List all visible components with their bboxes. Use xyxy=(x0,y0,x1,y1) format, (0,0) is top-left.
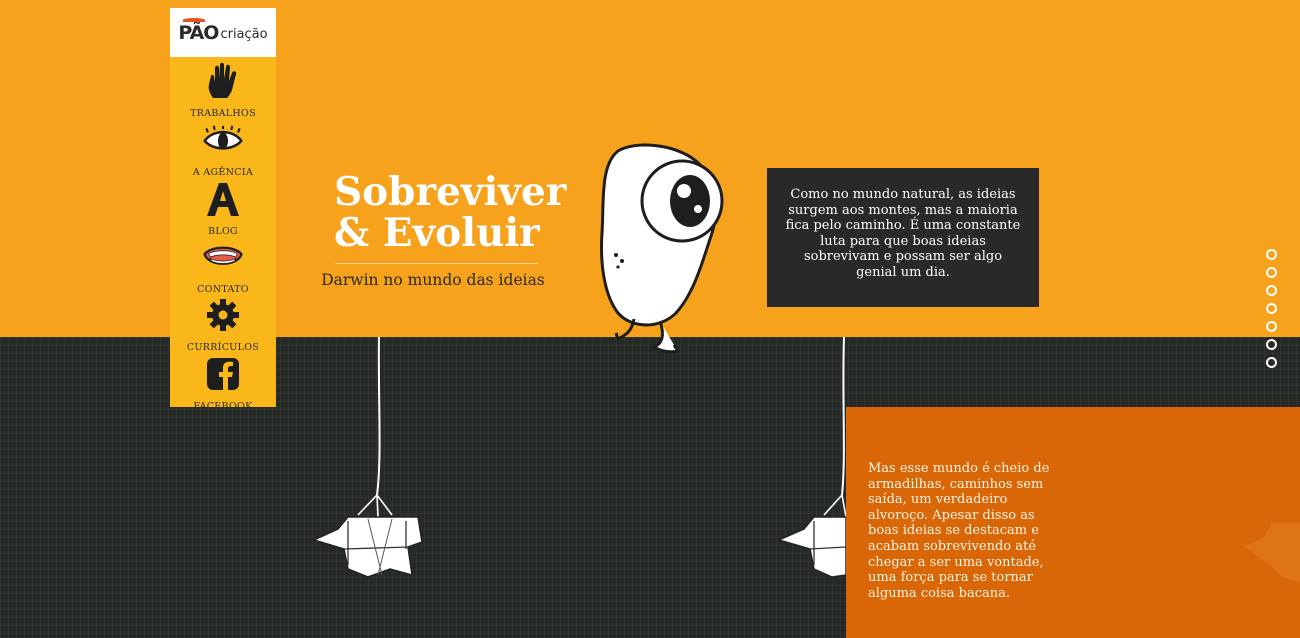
nav-item-trabalhos[interactable]: TRABALHOS xyxy=(170,60,276,119)
nav-label: TRABALHOS xyxy=(190,108,256,119)
pagination-dot[interactable] xyxy=(1266,357,1277,368)
nav-item-contato[interactable]: CONTATO xyxy=(170,236,276,295)
mouth-icon xyxy=(203,238,243,276)
pagination-dot[interactable] xyxy=(1266,321,1277,332)
nav-item-blog[interactable]: BLOG xyxy=(170,178,276,237)
nav-label: CURRÍCULOS xyxy=(186,342,260,353)
trap-text-box: Mas esse mundo é cheio de armadilhas, ca… xyxy=(846,407,1300,638)
anvil-watermark-illustration xyxy=(1244,523,1300,583)
facebook-icon xyxy=(203,355,243,393)
hero-title: Sobreviver & Evoluir xyxy=(334,169,567,256)
hero-title-line2: & Evoluir xyxy=(334,210,540,256)
nav-item-curriculos[interactable]: CURRÍCULOS xyxy=(170,294,276,353)
intro-paragraph: Como no mundo natural, as ideias surgem … xyxy=(785,187,1021,280)
logo-wordmark-bold: PÃO xyxy=(178,17,219,44)
pagination-dot[interactable] xyxy=(1266,303,1277,314)
nav-label: A AGÊNCIA xyxy=(192,167,254,178)
hanging-anvil-left-illustration xyxy=(311,337,423,578)
brand-logo[interactable]: PÃO criação xyxy=(170,8,276,57)
trap-paragraph: Mas esse mundo é cheio de armadilhas, ca… xyxy=(868,461,1050,601)
hand-icon xyxy=(203,62,243,100)
letter-a-icon xyxy=(203,180,243,218)
eye-icon xyxy=(203,121,243,159)
intro-text-box: Como no mundo natural, as ideias surgem … xyxy=(767,168,1039,307)
pagination-dot[interactable] xyxy=(1266,285,1277,296)
gear-icon xyxy=(203,296,243,334)
hero-divider xyxy=(335,263,538,264)
section-pagination xyxy=(1266,249,1278,375)
idea-creature-illustration xyxy=(600,143,724,354)
pagination-dot[interactable] xyxy=(1266,339,1277,350)
sidebar-nav: PÃO criação TRABALHOS A AGÊNCIA BLOG CON… xyxy=(170,8,276,412)
pagination-dot[interactable] xyxy=(1266,249,1277,260)
logo-wordmark-light: criação xyxy=(220,26,268,42)
hero-subtitle: Darwin no mundo das ideias xyxy=(321,271,545,289)
nav-label: FACEBOOK xyxy=(193,401,253,412)
nav-item-facebook[interactable]: FACEBOOK xyxy=(170,353,276,412)
nav-item-a-agencia[interactable]: A AGÊNCIA xyxy=(170,119,276,178)
pagination-dot[interactable] xyxy=(1266,267,1277,278)
hero-title-line1: Sobreviver xyxy=(334,169,567,215)
